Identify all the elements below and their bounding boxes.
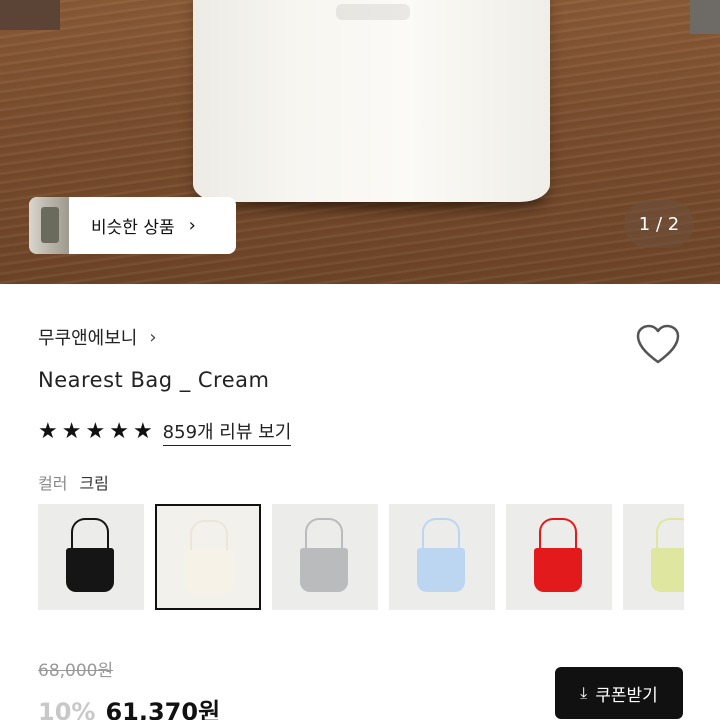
bag-handle (305, 518, 343, 552)
download-icon: ⤓ (580, 683, 588, 702)
bag-handle (422, 518, 460, 552)
color-value: 크림 (79, 474, 109, 493)
color-swatch[interactable] (506, 504, 612, 610)
similar-product-thumbnail (29, 197, 69, 254)
rating-stars: ★ ★ ★ ★ ★ (38, 421, 157, 443)
color-swatch[interactable] (272, 504, 378, 610)
color-label: 컬러 (38, 474, 68, 493)
star-icon: ★ (85, 419, 106, 444)
chevron-right-icon: › (149, 326, 157, 348)
rating-row: ★ ★ ★ ★ ★ 859개 리뷰 보기 (38, 418, 292, 446)
color-selection: 컬러 크림 (38, 470, 109, 494)
heart-icon[interactable] (634, 322, 682, 366)
color-swatch[interactable] (389, 504, 495, 610)
reviews-link[interactable]: 859개 리뷰 보기 (162, 418, 292, 446)
coupon-button[interactable]: ⤓ 쿠폰받기 (555, 667, 683, 719)
bag-thumbnail (185, 550, 233, 594)
bag-thumbnail (66, 548, 114, 592)
bag-thumbnail (300, 548, 348, 592)
bag-photo (193, 0, 550, 202)
background-object (0, 0, 60, 30)
background-object (690, 0, 720, 34)
bag-thumbnail (417, 548, 465, 592)
coupon-label: 쿠폰받기 (595, 685, 658, 706)
star-icon: ★ (38, 419, 58, 444)
bag-handle (71, 518, 109, 552)
color-swatch[interactable] (155, 504, 261, 610)
star-icon: ★ (61, 419, 82, 444)
product-image[interactable]: 비슷한 상품 › 1 / 2 (0, 0, 720, 284)
color-swatch-list (38, 504, 684, 610)
discount-rate: 10% (38, 698, 96, 720)
brand-name: 무쿠앤에보니 (38, 328, 138, 349)
original-price: 68,000원 (38, 661, 114, 681)
brand-link[interactable]: 무쿠앤에보니 › (38, 324, 157, 350)
bag-thumbnail (651, 548, 684, 592)
image-page-indicator: 1 / 2 (624, 200, 694, 248)
sale-price: 61,370원 (105, 698, 221, 720)
product-title: Nearest Bag _ Cream (38, 368, 270, 392)
bag-thumbnail (534, 548, 582, 592)
bag-handle (190, 520, 228, 554)
bag-handle (656, 518, 684, 552)
star-icon: ★ (109, 419, 129, 444)
star-icon: ★ (132, 419, 153, 444)
chevron-right-icon: › (188, 215, 196, 236)
similar-products-button[interactable]: 비슷한 상품 › (29, 197, 236, 254)
similar-products-label: 비슷한 상품 (91, 218, 175, 238)
bag-handle (539, 518, 577, 552)
bag-embossed-logo (336, 4, 410, 20)
price-row: 10% 61,370원 (38, 692, 220, 720)
color-swatch[interactable] (38, 504, 144, 610)
color-swatch[interactable] (623, 504, 684, 610)
